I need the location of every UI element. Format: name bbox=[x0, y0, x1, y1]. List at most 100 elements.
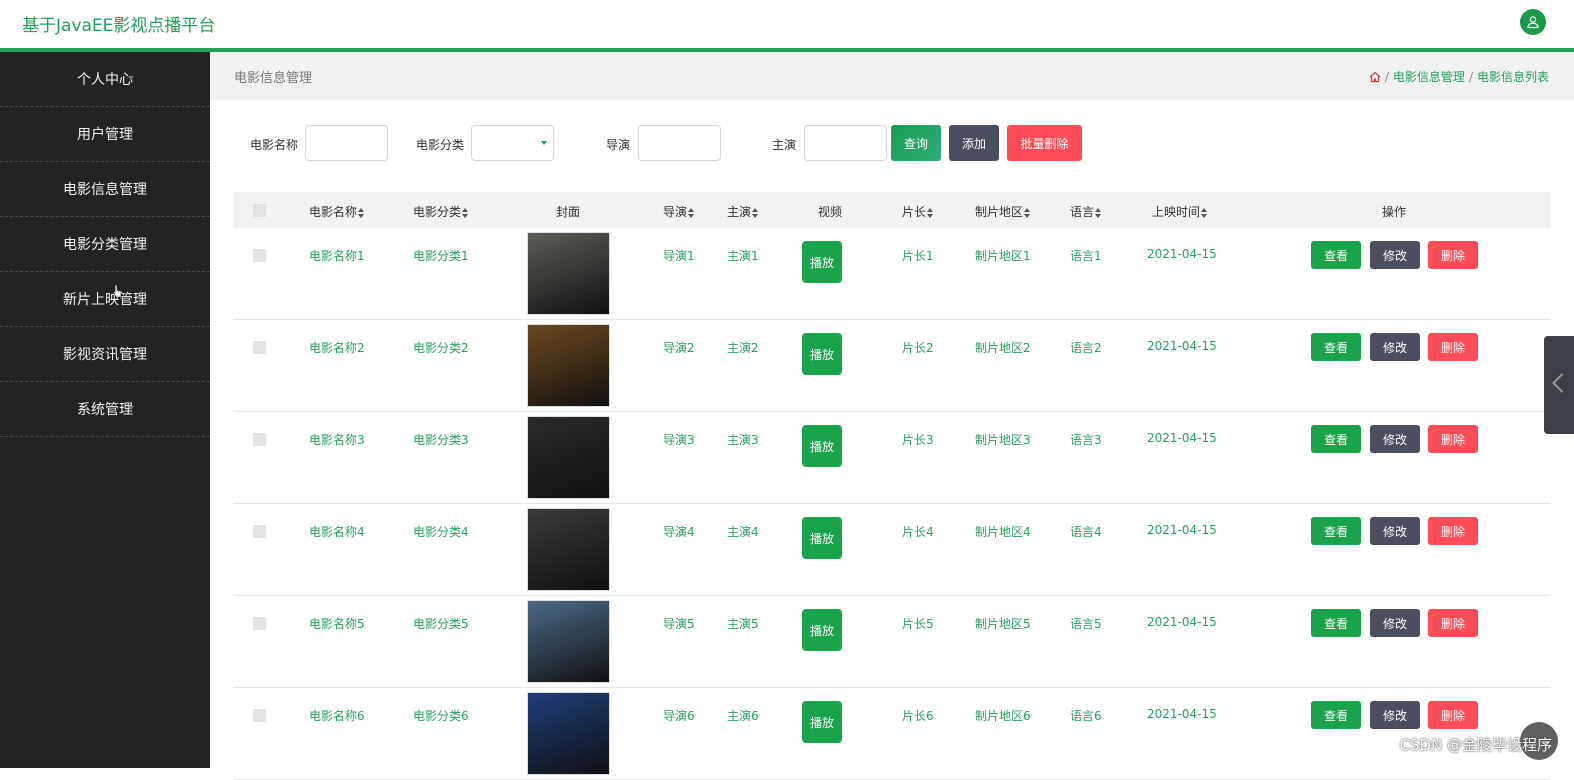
select-all-checkbox[interactable] bbox=[253, 204, 266, 217]
table-header: 电影名称 电影分类 封面 导演 主演 视频 片长 制片地区 语言 上映时间 操作 bbox=[234, 192, 1550, 228]
cell-region: 制片地区5 bbox=[975, 617, 1031, 631]
column-header-actor[interactable]: 主演 bbox=[727, 203, 759, 220]
sidebar-item-label: 用户管理 bbox=[77, 127, 133, 143]
column-header-director[interactable]: 导演 bbox=[663, 203, 695, 220]
user-avatar[interactable] bbox=[1520, 9, 1546, 35]
sort-icon bbox=[752, 207, 759, 218]
row-checkbox[interactable] bbox=[253, 525, 266, 538]
add-button[interactable]: 添加 bbox=[949, 125, 999, 161]
query-button[interactable]: 查询 bbox=[891, 125, 941, 161]
category-select[interactable] bbox=[471, 125, 554, 161]
row-checkbox[interactable] bbox=[253, 617, 266, 630]
director-input[interactable] bbox=[638, 125, 721, 161]
app-title: 基于JavaEE影视点播平台 bbox=[22, 16, 216, 36]
column-header-release[interactable]: 上映时间 bbox=[1152, 203, 1208, 220]
view-button[interactable]: 查看 bbox=[1311, 241, 1361, 269]
view-button[interactable]: 查看 bbox=[1311, 425, 1361, 453]
cell-director: 导演2 bbox=[663, 341, 695, 355]
sidebar-item-new-releases[interactable]: 新片上映管理 bbox=[0, 272, 210, 327]
delete-button[interactable]: 删除 bbox=[1428, 333, 1478, 361]
column-label: 电影分类 bbox=[413, 205, 462, 219]
cell-duration: 片长5 bbox=[902, 617, 934, 631]
batch-delete-button[interactable]: 批量删除 bbox=[1007, 125, 1082, 161]
row-checkbox[interactable] bbox=[253, 433, 266, 446]
main-content: 电影信息管理 / 电影信息管理 / 电影信息列表 电影名称 电影分类 导演 主演… bbox=[210, 52, 1574, 780]
sidebar-item-profile[interactable]: 个人中心 bbox=[0, 52, 210, 107]
row-checkbox[interactable] bbox=[253, 709, 266, 722]
chevron-down-icon bbox=[128, 406, 134, 410]
play-button[interactable]: 播放 bbox=[802, 517, 842, 559]
watermark: CSDN @金陵毕设程序 bbox=[1399, 736, 1552, 754]
column-label: 导演 bbox=[663, 205, 688, 219]
movie-table: 电影名称 电影分类 封面 导演 主演 视频 片长 制片地区 语言 上映时间 操作… bbox=[234, 192, 1550, 780]
cell-duration: 片长1 bbox=[902, 249, 934, 263]
sidebar-item-system[interactable]: 系统管理 bbox=[0, 382, 210, 437]
sort-icon bbox=[1201, 207, 1208, 218]
view-button[interactable]: 查看 bbox=[1311, 333, 1361, 361]
sidebar-item-movies[interactable]: 电影信息管理 bbox=[0, 162, 210, 217]
row-checkbox[interactable] bbox=[253, 249, 266, 262]
table-row: 电影名称5 电影分类5 导演5 主演5 播放 片长5 制片地区5 语言5 2021-04-15 查… bbox=[234, 596, 1550, 688]
mouse-pointer-icon bbox=[112, 284, 122, 298]
cell-release: 2021-04-15 bbox=[1147, 339, 1217, 353]
edit-button[interactable]: 修改 bbox=[1370, 609, 1420, 637]
table-row: 电影名称2 电影分类2 导演2 主演2 播放 片长2 制片地区2 语言2 2021-04-15 查… bbox=[234, 320, 1550, 412]
name-label: 电影名称 bbox=[250, 138, 299, 152]
delete-button[interactable]: 删除 bbox=[1428, 517, 1478, 545]
side-panel-toggle[interactable] bbox=[1544, 336, 1574, 434]
play-button[interactable]: 播放 bbox=[802, 333, 842, 375]
delete-button[interactable]: 删除 bbox=[1428, 701, 1478, 729]
column-header-language[interactable]: 语言 bbox=[1070, 203, 1102, 220]
breadcrumb-separator: / bbox=[1384, 69, 1389, 84]
column-header-category[interactable]: 电影分类 bbox=[413, 203, 469, 220]
cover-image bbox=[527, 232, 610, 315]
user-icon bbox=[1527, 16, 1539, 29]
chevron-down-icon bbox=[541, 141, 547, 145]
column-header-region[interactable]: 制片地区 bbox=[975, 203, 1031, 220]
sidebar-item-news[interactable]: 影视资讯管理 bbox=[0, 327, 210, 382]
row-checkbox[interactable] bbox=[253, 341, 266, 354]
search-bar: 电影名称 电影分类 导演 主演 查询 添加 批量删除 bbox=[210, 124, 1574, 164]
column-header-duration[interactable]: 片长 bbox=[902, 203, 934, 220]
cell-director: 导演6 bbox=[663, 709, 695, 723]
cell-director: 导演3 bbox=[663, 433, 695, 447]
view-button[interactable]: 查看 bbox=[1311, 609, 1361, 637]
edit-button[interactable]: 修改 bbox=[1370, 517, 1420, 545]
category-label: 电影分类 bbox=[416, 138, 465, 152]
name-input[interactable] bbox=[305, 125, 388, 161]
cell-release: 2021-04-15 bbox=[1147, 523, 1217, 537]
cell-language: 语言5 bbox=[1070, 617, 1102, 631]
cell-category: 电影分类3 bbox=[413, 433, 469, 447]
delete-button[interactable]: 删除 bbox=[1428, 609, 1478, 637]
cell-category: 电影分类4 bbox=[413, 525, 469, 539]
edit-button[interactable]: 修改 bbox=[1370, 701, 1420, 729]
sidebar-item-categories[interactable]: 电影分类管理 bbox=[0, 217, 210, 272]
view-button[interactable]: 查看 bbox=[1311, 517, 1361, 545]
chevron-down-icon bbox=[136, 241, 142, 245]
sort-icon bbox=[358, 207, 365, 218]
actor-input[interactable] bbox=[804, 125, 887, 161]
sidebar: 个人中心 用户管理 电影信息管理 电影分类管理 新片上映管理 影视资讯管理 系统… bbox=[0, 52, 210, 768]
delete-button[interactable]: 删除 bbox=[1428, 425, 1478, 453]
edit-button[interactable]: 修改 bbox=[1370, 241, 1420, 269]
column-header-name[interactable]: 电影名称 bbox=[309, 203, 365, 220]
edit-button[interactable]: 修改 bbox=[1370, 333, 1420, 361]
sort-icon bbox=[927, 207, 934, 218]
edit-button[interactable]: 修改 bbox=[1370, 425, 1420, 453]
view-button[interactable]: 查看 bbox=[1311, 701, 1361, 729]
play-button[interactable]: 播放 bbox=[802, 425, 842, 467]
cell-release: 2021-04-15 bbox=[1147, 615, 1217, 629]
sidebar-item-label: 影视资讯管理 bbox=[63, 347, 147, 363]
delete-button[interactable]: 删除 bbox=[1428, 241, 1478, 269]
chevron-down-icon bbox=[136, 296, 142, 300]
play-button[interactable]: 播放 bbox=[802, 609, 842, 651]
cover-image bbox=[527, 416, 610, 499]
cell-category: 电影分类6 bbox=[413, 709, 469, 723]
sidebar-item-users[interactable]: 用户管理 bbox=[0, 107, 210, 162]
breadcrumb-item[interactable]: 电影信息管理 bbox=[1393, 68, 1465, 85]
play-button[interactable]: 播放 bbox=[802, 701, 842, 743]
cell-name: 电影名称3 bbox=[309, 433, 365, 447]
play-button[interactable]: 播放 bbox=[802, 241, 842, 283]
breadcrumb-item[interactable]: 电影信息列表 bbox=[1477, 68, 1549, 85]
home-icon[interactable] bbox=[1369, 71, 1381, 83]
